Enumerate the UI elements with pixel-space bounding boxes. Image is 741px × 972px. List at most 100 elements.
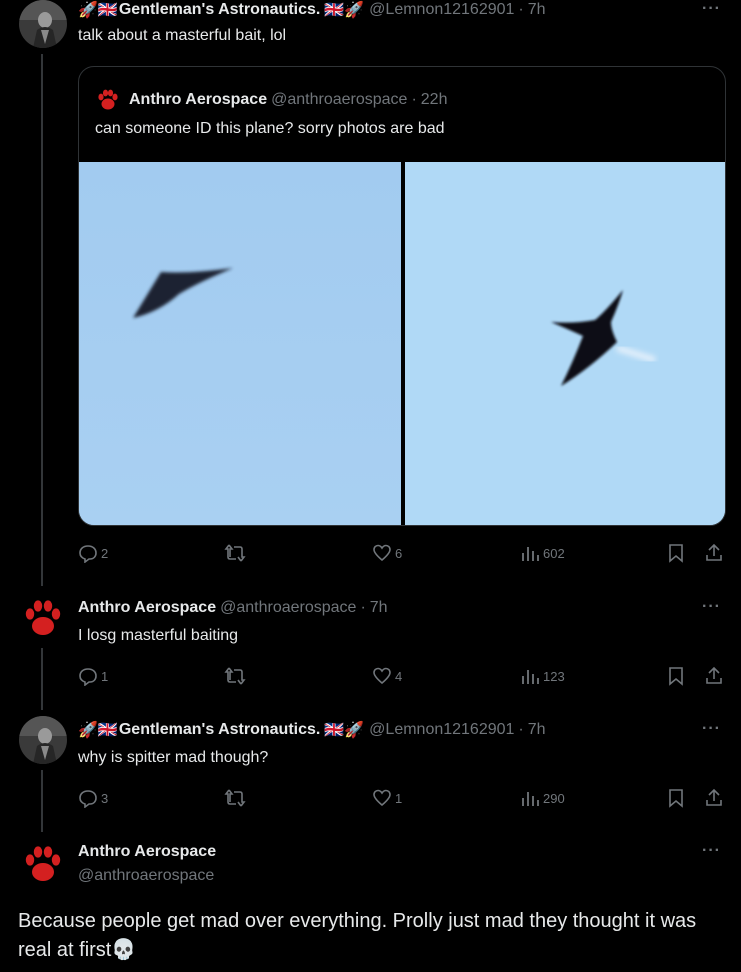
- more-options-icon[interactable]: ···: [702, 0, 721, 18]
- tweet-text: I losg masterful baiting: [78, 627, 239, 644]
- handle[interactable]: @Lemnon12162901: [369, 721, 514, 739]
- photo-right[interactable]: [405, 162, 725, 525]
- display-name: Gentleman's Astronautics.: [118, 1, 321, 18]
- more-options-icon[interactable]: ···: [702, 598, 721, 616]
- quote-photos: [79, 162, 725, 525]
- tweet-reply-1[interactable]: Anthro Aerospace @anthroaerospace · 7h ·…: [0, 594, 741, 704]
- quote-display-name[interactable]: Anthro Aerospace: [129, 91, 267, 109]
- quote-text: can someone ID this plane? sorry photos …: [95, 120, 445, 137]
- share-icon: [706, 666, 722, 684]
- skull-emoji: 💀: [111, 939, 137, 961]
- reply-icon: [79, 545, 97, 563]
- reply-count: 2: [101, 545, 109, 561]
- reply-count: 3: [101, 790, 109, 806]
- tweet-actions: 2 6 602: [78, 542, 728, 564]
- repost-button[interactable]: [224, 787, 249, 809]
- tweet-actions: 1 4 123: [78, 665, 728, 687]
- view-count: 290: [543, 790, 565, 806]
- handle[interactable]: @anthroaerospace: [220, 599, 356, 617]
- share-icon: [706, 788, 722, 806]
- timestamp[interactable]: 7h: [370, 599, 388, 617]
- flag-rocket-emoji: 🇬🇧🚀: [324, 722, 365, 739]
- display-name[interactable]: Anthro Aerospace: [78, 599, 216, 617]
- timestamp[interactable]: 7h: [528, 1, 546, 19]
- views-icon: [522, 792, 539, 806]
- quote-timestamp: 22h: [420, 91, 448, 108]
- heart-icon: [373, 544, 391, 562]
- rocket-flag-emoji: 🚀🇬🇧: [78, 722, 118, 739]
- tweet-reply-2[interactable]: 🚀🇬🇧 Gentleman's Astronautics. 🇬🇧🚀 @Lemnon…: [0, 716, 741, 826]
- like-count: 4: [395, 668, 403, 684]
- more-options-icon[interactable]: ···: [702, 842, 721, 860]
- photo-left[interactable]: [79, 162, 401, 525]
- tweet-main[interactable]: 🚀🇬🇧 Gentleman's Astronautics. 🇬🇧🚀 @Lemnon…: [0, 0, 741, 580]
- paw-avatar-icon: [98, 89, 118, 110]
- handle[interactable]: @anthroaerospace: [78, 866, 721, 886]
- quote-handle: @anthroaerospace: [271, 91, 408, 108]
- quote-tweet-card[interactable]: Anthro Aerospace @anthroaerospace · 22h …: [78, 66, 726, 526]
- tweet-text: why is spitter mad though?: [78, 749, 269, 766]
- bookmark-icon: [669, 789, 683, 808]
- bookmark-icon: [669, 544, 683, 563]
- quote-header: Anthro Aerospace @anthroaerospace · 22h: [95, 87, 447, 113]
- tweet-header: Anthro Aerospace @anthroaerospace · 7h: [78, 598, 721, 618]
- bookmark-button[interactable]: [666, 542, 686, 564]
- views-button[interactable]: 123: [520, 665, 565, 687]
- bookmark-button[interactable]: [666, 665, 686, 687]
- more-options-icon[interactable]: ···: [702, 720, 721, 738]
- avatar-image: [19, 716, 67, 764]
- reply-button[interactable]: 1: [78, 665, 108, 687]
- tweet-header: 🚀🇬🇧 Gentleman's Astronautics. 🇬🇧🚀 @Lemnon…: [78, 0, 721, 20]
- timestamp[interactable]: 7h: [528, 721, 546, 739]
- bookmark-icon: [669, 667, 683, 686]
- tweet-text: talk about a masterful bait, lol: [78, 27, 287, 44]
- share-button[interactable]: [704, 542, 724, 564]
- bookmark-button[interactable]: [666, 787, 686, 809]
- paw-avatar-icon: [19, 840, 67, 888]
- repost-icon: [224, 544, 246, 562]
- separator-dot: ·: [360, 599, 366, 616]
- view-count: 602: [543, 545, 565, 561]
- repost-button[interactable]: [224, 542, 249, 564]
- avatar-anthro[interactable]: [19, 594, 67, 642]
- rocket-flag-emoji: 🚀🇬🇧: [78, 2, 118, 19]
- views-icon: [522, 670, 539, 684]
- views-button[interactable]: 290: [520, 787, 565, 809]
- tweet-actions: 3 1 290: [78, 787, 728, 809]
- like-count: 6: [395, 545, 403, 561]
- share-button[interactable]: [704, 665, 724, 687]
- heart-icon: [373, 667, 391, 685]
- reply-button[interactable]: 3: [78, 787, 108, 809]
- view-count: 123: [543, 668, 565, 684]
- plane-image-left: [79, 162, 401, 525]
- paw-avatar-icon: [19, 594, 67, 642]
- like-button[interactable]: 6: [372, 542, 402, 564]
- avatar-image: [19, 0, 67, 48]
- reply-icon: [79, 668, 97, 686]
- like-count: 1: [395, 790, 403, 806]
- display-name-link[interactable]: 🚀🇬🇧 Gentleman's Astronautics. 🇬🇧🚀: [78, 0, 365, 20]
- avatar-gentleman[interactable]: [19, 716, 67, 764]
- separator-dot: ·: [518, 1, 524, 18]
- display-name: Gentleman's Astronautics.: [118, 721, 321, 738]
- flag-rocket-emoji: 🇬🇧🚀: [324, 2, 365, 19]
- reply-button[interactable]: 2: [78, 542, 108, 564]
- display-name[interactable]: Anthro Aerospace: [78, 843, 216, 861]
- avatar-gentleman[interactable]: [19, 0, 67, 48]
- avatar-anthro[interactable]: [19, 840, 67, 888]
- like-button[interactable]: 1: [372, 787, 402, 809]
- display-name-link[interactable]: 🚀🇬🇧 Gentleman's Astronautics. 🇬🇧🚀: [78, 720, 365, 740]
- share-icon: [706, 543, 722, 561]
- separator-dot: ·: [411, 91, 417, 108]
- reply-count: 1: [101, 668, 109, 684]
- share-button[interactable]: [704, 787, 724, 809]
- reply-icon: [79, 790, 97, 808]
- views-button[interactable]: 602: [520, 542, 565, 564]
- tweet-header: 🚀🇬🇧 Gentleman's Astronautics. 🇬🇧🚀 @Lemnon…: [78, 720, 721, 740]
- separator-dot: ·: [518, 721, 524, 738]
- repost-icon: [224, 789, 246, 807]
- like-button[interactable]: 4: [372, 665, 402, 687]
- views-icon: [522, 547, 539, 561]
- handle[interactable]: @Lemnon12162901: [369, 1, 514, 19]
- repost-button[interactable]: [224, 665, 249, 687]
